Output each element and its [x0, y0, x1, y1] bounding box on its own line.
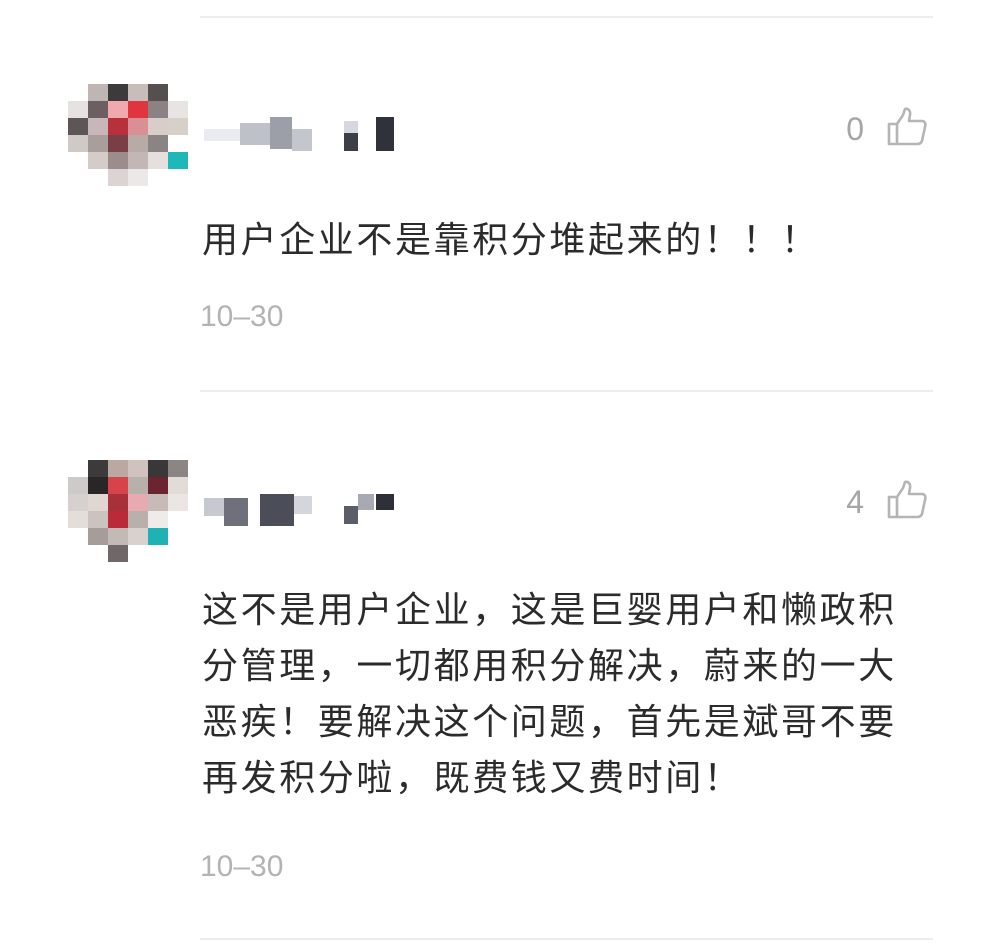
avatar-pixelated[interactable]	[68, 460, 188, 564]
like-count: 0	[846, 111, 864, 147]
divider-middle	[200, 390, 933, 392]
comment-text: 这不是用户企业，这是巨婴用户和懒政积分管理，一切都用积分解决，蔚来的一大恶疾！要…	[202, 590, 897, 799]
comment-text: 用户企业不是靠积分堆起来的！！！	[202, 220, 820, 261]
divider-top	[200, 16, 933, 18]
thumbs-up-icon[interactable]	[886, 479, 928, 521]
divider-bottom	[200, 938, 933, 940]
like-count: 4	[846, 484, 864, 520]
comment-date: 10–30	[200, 300, 284, 333]
comment-date: 10–30	[200, 850, 284, 883]
thumbs-up-icon[interactable]	[886, 106, 928, 148]
username-pixelated[interactable]	[204, 490, 404, 530]
username-pixelated[interactable]	[204, 115, 404, 155]
avatar-pixelated[interactable]	[68, 84, 188, 188]
